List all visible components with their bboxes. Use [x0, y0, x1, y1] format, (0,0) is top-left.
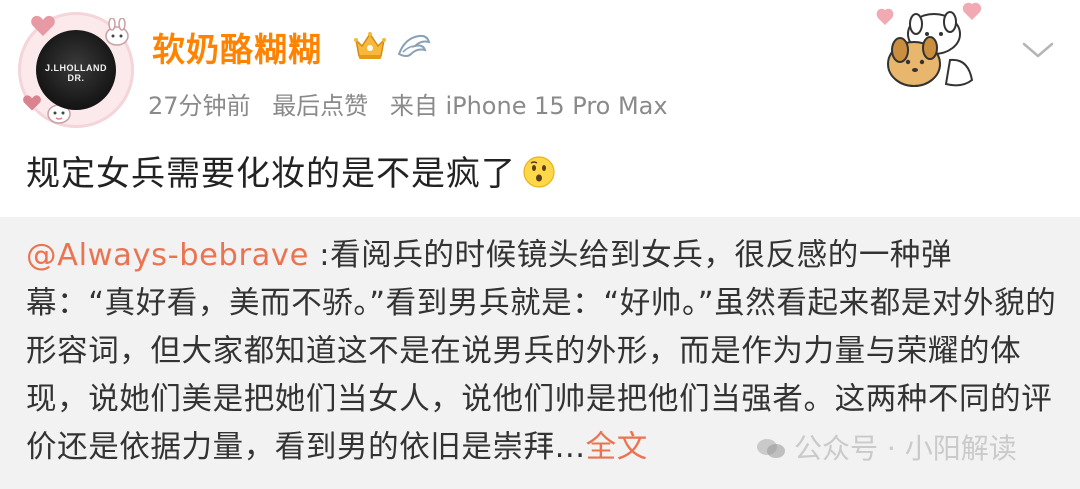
watermark: 公众号 · 小阳解读	[756, 427, 1017, 467]
post-meta: 27分钟前 最后点赞 来自 iPhone 15 Pro Max	[148, 86, 668, 121]
chevron-down-icon[interactable]	[1018, 38, 1058, 62]
post-text-content: 规定女兵需要化妆的是不是疯了	[26, 154, 516, 194]
avatar-text: J.LHOLLAND DR.	[45, 63, 107, 83]
post-text: 规定女兵需要化妆的是不是疯了	[26, 146, 556, 195]
retweet-mention[interactable]: @Always-bebrave	[26, 238, 309, 273]
username[interactable]: 软奶酪糊糊	[152, 23, 322, 71]
avatar-heart-icon	[31, 15, 55, 37]
crown-badge-icon[interactable]	[352, 28, 388, 64]
post-source[interactable]: 来自 iPhone 15 Pro Max	[390, 92, 668, 120]
avatar-heart-small-icon	[23, 95, 41, 111]
thinking-face-icon	[523, 156, 555, 188]
retweet-card[interactable]: @Always-bebrave :看阅兵的时候镜头给到女兵，很反感的一种弹幕：“…	[0, 217, 1080, 489]
post-status: 最后点赞	[272, 92, 369, 120]
post-time: 27分钟前	[148, 92, 251, 120]
avatar[interactable]: J.LHOLLAND DR.	[18, 12, 134, 128]
weibo-post: J.LHOLLAND DR. 软奶酪糊糊 27分钟前 最后点赞 来自 iPhon…	[0, 0, 1080, 489]
wechat-icon	[757, 439, 785, 458]
full-text-link[interactable]: 全文	[586, 430, 648, 465]
watermark-text: 公众号 · 小阳解读	[794, 432, 1017, 465]
fan-badge-icon[interactable]	[395, 30, 433, 62]
avatar-image: J.LHOLLAND DR.	[36, 30, 116, 110]
dog-sticker-icon	[876, 2, 982, 87]
